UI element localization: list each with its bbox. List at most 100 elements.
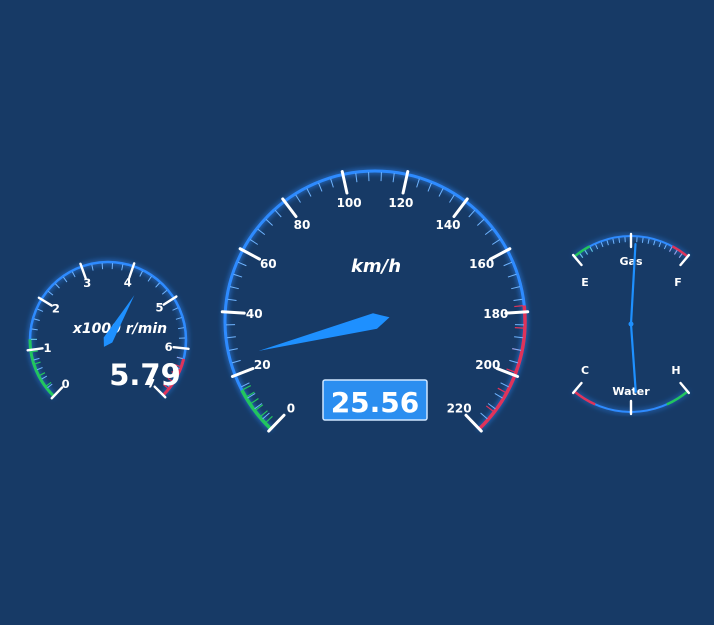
speedometer-minor-tick [233,273,243,278]
fuel-red-band [671,245,689,258]
tachometer-minor-tick [161,289,168,295]
speedometer-minor-tick [229,286,239,290]
speedometer-minor-tick [512,348,522,351]
speedometer-major-tick [452,197,469,219]
speedometer-minor-tick [468,209,476,218]
water-label: Water [612,385,650,398]
speedometer-major-tick [281,197,298,219]
speedometer-minor-tick [491,239,501,245]
fuel-minor-tick [595,244,599,250]
fuel-minor-tick [612,238,615,244]
tachometer-tick-label: 5 [155,300,163,314]
speedometer-minor-tick [257,228,266,236]
fuel-full-label: F [674,276,682,289]
speedometer-unit-label: km/h [351,256,401,277]
speedometer-minor-tick [274,209,282,218]
speedometer-minor-tick [449,194,455,203]
water-temperature-gauge: Water C H [571,322,691,416]
tachometer-minor-tick [41,375,48,380]
tachometer-minor-tick [121,264,124,271]
small-gauges-pivot [628,321,634,327]
speedometer-tick-label: 180 [483,307,508,321]
speedometer-minor-tick [514,336,524,339]
speedometer-readout: 25.56 [331,386,420,419]
speedometer-minor-tick [416,178,420,188]
fuel-major-tick [571,253,583,267]
speedometer-minor-tick [237,261,247,267]
speedometer-minor-tick [494,393,503,399]
speedometer-tick-label: 200 [475,358,500,372]
fuel-minor-tick [606,240,609,246]
speedometer-minor-tick [306,188,312,197]
speedometer-gauge: 0 20 40 60 80 100 120 140 160 180 200 220 km/h 25.5… [220,169,530,433]
speedometer-tick-label: 80 [294,218,311,232]
speedometer-major-tick [464,413,483,433]
speedometer-major-tick [220,310,246,315]
fuel-minor-tick [653,240,656,246]
water-hot-label: H [671,364,680,377]
tachometer-minor-tick [37,308,44,312]
fuel-minor-tick [584,249,588,255]
speedometer-major-tick [504,310,530,315]
fuel-minor-tick [658,242,662,248]
speedometer-green-band-tick [242,385,252,391]
tachometer-minor-tick [139,270,143,277]
tachometer-green-band-tick [39,372,46,376]
speedometer-minor-tick [427,182,432,192]
tachometer-minor-tick [155,282,160,288]
tachometer-minor-tick [33,318,40,321]
speedometer-minor-tick [484,228,493,236]
speedometer-tick-label: 220 [447,401,472,415]
speedometer-minor-tick [249,239,259,245]
speedometer-minor-tick [226,336,236,339]
fuel-minor-tick [579,253,584,258]
tachometer-tick-label: 2 [52,301,60,315]
speedometer-minor-tick [231,359,241,364]
speedometer-minor-tick [507,273,517,278]
tachometer-tick-label: 1 [43,341,51,355]
speedometer-tick-label: 20 [254,358,271,372]
tachometer-tick-label: 4 [124,275,132,289]
tachometer-minor-tick [31,328,38,331]
water-major-tick [571,381,583,395]
tachometer-major-tick [50,386,64,400]
speedometer-tick-label: 140 [435,218,460,232]
speedometer-green-band-tick [265,415,273,423]
fuel-minor-tick [600,242,604,248]
speedometer-minor-tick [438,188,444,197]
tachometer-gauge: 0123 4567 x1000 r/min 5.79 [26,260,190,400]
speedometer-tick-label: 40 [246,307,263,321]
water-needle [629,322,637,393]
fuel-minor-tick [647,238,650,244]
speedometer-minor-tick [503,261,513,267]
tachometer-minor-tick [172,307,179,311]
tachometer-tick-label: 6 [165,340,173,354]
tachometer-major-tick [172,346,190,351]
speedometer-minor-tick [509,359,519,364]
fuel-minor-tick [678,253,683,258]
fuel-gauge: Gas E F [571,232,691,326]
speedometer-minor-tick [511,286,521,290]
speedometer-minor-tick [330,178,334,188]
fuel-label: Gas [620,255,643,268]
speedometer-minor-tick [295,194,301,203]
speedometer-tick-label: 120 [388,196,413,210]
speedometer-minor-tick [477,218,485,226]
fuel-green-band [573,245,591,258]
water-green-band [666,390,689,406]
tachometer-minor-tick [91,264,94,271]
dashboard-canvas: 0123 4567 x1000 r/min 5.79 020406080100 12… [26,169,691,433]
speedometer-minor-tick [392,173,395,183]
tachometer-minor-tick [55,283,60,289]
speedometer-green-band-tick [250,398,259,405]
speedometer-minor-tick [480,412,488,420]
speedometer-tick-label: 0 [287,401,295,415]
water-cold-label: C [581,364,589,377]
water-major-tick [679,381,691,395]
tachometer-minor-tick [63,276,68,283]
speedometer-tick-label: 100 [337,196,362,210]
fuel-minor-tick [589,246,593,252]
speedometer-minor-tick [355,173,358,183]
speedometer-tick-label: 160 [469,257,494,271]
tachometer-minor-tick [36,367,43,371]
